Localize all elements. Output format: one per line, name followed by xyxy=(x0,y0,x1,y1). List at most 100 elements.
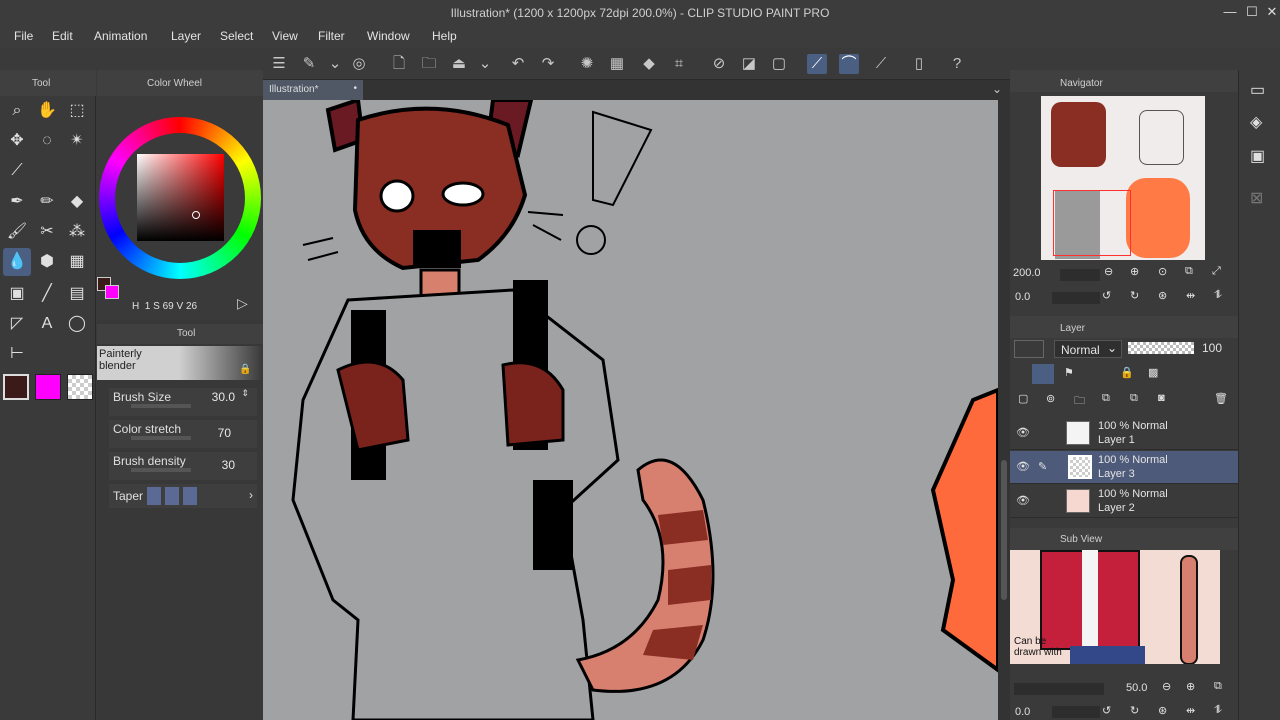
menu-layer[interactable]: Layer xyxy=(171,29,201,43)
menu-view[interactable]: View xyxy=(272,29,298,43)
zoom-out-icon[interactable]: ⊖ xyxy=(1104,265,1113,278)
new-raster-layer-icon[interactable]: ▢ xyxy=(1018,392,1028,405)
line-tool-icon[interactable]: ╱ xyxy=(33,280,61,308)
sub-zoom-out-icon[interactable]: ⊖ xyxy=(1162,680,1171,693)
color-stretch-value[interactable]: 70 xyxy=(218,426,231,440)
layer-row-3[interactable]: 👁 ✎ 100 % Normal Layer 3 xyxy=(1010,451,1238,484)
layer-color-button[interactable] xyxy=(1014,340,1044,358)
opacity-value[interactable]: 100 xyxy=(1202,341,1222,355)
flip-vertical-icon[interactable]: ⥮ xyxy=(1214,289,1222,302)
sub-fit-icon[interactable]: ⧉ xyxy=(1214,680,1222,693)
blend-tool-icon[interactable]: 💧 xyxy=(3,248,31,276)
eyedropper-icon[interactable]: ⟋ xyxy=(3,157,31,185)
chevron-down-icon-tabs[interactable]: ⌄ xyxy=(992,82,1002,96)
text-tool-icon[interactable]: A xyxy=(33,310,61,338)
frame-tool-icon[interactable]: ▤ xyxy=(63,280,91,308)
invert-selection-icon[interactable]: ◪ xyxy=(739,54,759,74)
rotate-left-icon[interactable]: ↺ xyxy=(1102,289,1111,302)
figure-tool-icon[interactable]: ▣ xyxy=(3,280,31,308)
drawing-canvas[interactable] xyxy=(263,100,998,720)
lock-layer-icon[interactable]: 🔒 xyxy=(1120,366,1134,379)
move-tool-icon[interactable]: ✥ xyxy=(3,127,31,155)
new-file-icon[interactable]: 🗋 xyxy=(389,54,409,74)
gradient-tool-icon[interactable]: ▦ xyxy=(63,248,91,276)
maximize-button[interactable]: ☐ xyxy=(1242,4,1262,20)
color-picker-cursor[interactable] xyxy=(192,211,200,219)
new-folder-icon[interactable]: 🗀 xyxy=(1074,392,1085,411)
clip-studio-icon[interactable]: ✎ xyxy=(299,54,319,74)
sub-view-rotation-value[interactable]: 0.0 xyxy=(1015,706,1030,718)
open-folder-icon[interactable]: 🗀 xyxy=(419,54,439,74)
smartphone-icon[interactable]: ▯ xyxy=(909,54,929,74)
brush-density-value[interactable]: 30 xyxy=(222,458,235,472)
nav-rotation-slider[interactable] xyxy=(1052,292,1100,304)
main-color-swatch[interactable] xyxy=(3,374,29,400)
swirl-icon[interactable]: ◎ xyxy=(349,54,369,74)
brush-size-row[interactable]: Brush Size 30.0 ⇕ xyxy=(109,388,257,416)
chevron-down-icon[interactable]: ⌄ xyxy=(325,54,345,74)
menu-icon[interactable]: ☰ xyxy=(269,54,289,74)
eye-icon-2[interactable]: 👁 xyxy=(1016,460,1030,473)
color-stretch-row[interactable]: Color stretch 70 xyxy=(109,420,257,448)
color-stretch-slider[interactable] xyxy=(131,436,191,440)
canvas-scrollbar[interactable] xyxy=(998,100,1010,720)
sub-reset-icon[interactable]: ⊛ xyxy=(1158,704,1167,717)
new-vector-layer-icon[interactable]: ⊚ xyxy=(1046,392,1055,405)
minimize-button[interactable]: — xyxy=(1220,4,1240,19)
balloon-tool-icon[interactable]: ◯ xyxy=(63,310,91,338)
sub-view-zoom-value[interactable]: 50.0 xyxy=(1126,682,1147,694)
fill-icon[interactable]: ◆ xyxy=(639,54,659,74)
tab-illustration[interactable]: Illustration* • xyxy=(263,80,363,100)
mini-sub-color[interactable] xyxy=(105,285,119,299)
reset-rotation-icon[interactable]: ⊛ xyxy=(1158,289,1167,302)
sub-rotate-left-icon[interactable]: ↺ xyxy=(1102,704,1111,717)
panel-subview-icon[interactable]: ▣ xyxy=(1250,146,1265,166)
fit-icon[interactable]: ⧉ xyxy=(1185,265,1193,278)
layer-mask-icon[interactable]: ◙ xyxy=(1158,392,1165,404)
object-tool-icon[interactable]: ⬚ xyxy=(63,97,91,125)
panel-disabled-icon[interactable]: ⊠ xyxy=(1250,188,1263,208)
brush-density-row[interactable]: Brush density 30 xyxy=(109,452,257,480)
delete-layer-icon[interactable]: 🗑 xyxy=(1214,392,1228,405)
help-icon[interactable]: ? xyxy=(947,54,967,74)
transfer-layer-icon[interactable]: ⧉ xyxy=(1102,392,1110,405)
loading-icon[interactable]: ✺ xyxy=(577,54,597,74)
tool-property-tab[interactable]: Tool xyxy=(177,328,195,339)
selection-border-icon[interactable]: ▢ xyxy=(769,54,789,74)
save-icon[interactable]: ⏏ xyxy=(449,54,469,74)
ruler-tool-icon[interactable]: ◸ xyxy=(3,310,31,338)
color-mode-icon[interactable]: ▷ xyxy=(237,295,248,312)
snap-grid-icon[interactable]: ⟋ xyxy=(871,54,891,74)
lock-transparency-icon[interactable]: ▩ xyxy=(1148,366,1158,379)
taper-row[interactable]: Taper › xyxy=(109,484,257,508)
menu-file[interactable]: File xyxy=(14,29,33,43)
zoom-in-icon[interactable]: ⊕ xyxy=(1130,265,1139,278)
close-tab-icon[interactable]: • xyxy=(353,83,357,94)
navigator-preview[interactable] xyxy=(1041,96,1205,260)
menu-window[interactable]: Window xyxy=(367,29,410,43)
nav-rotation-value[interactable]: 0.0 xyxy=(1015,291,1030,303)
scrollbar-thumb[interactable] xyxy=(1001,460,1007,600)
flip-horizontal-icon[interactable]: ⇹ xyxy=(1186,289,1195,302)
lock-icon[interactable]: 🔒 xyxy=(239,364,251,375)
airbrush-tool-icon[interactable]: ⁂ xyxy=(63,218,91,246)
brush-size-slider[interactable] xyxy=(131,404,191,408)
taper-graph[interactable] xyxy=(147,487,199,505)
sub-color-swatch[interactable] xyxy=(35,374,61,400)
saturation-value-square[interactable] xyxy=(137,154,224,241)
reference-layer-icon[interactable]: ⚑ xyxy=(1064,366,1074,379)
brush-size-value[interactable]: 30.0 xyxy=(212,390,235,404)
redo-icon[interactable]: ↷ xyxy=(538,54,558,74)
decoration-tool-icon[interactable]: ✂ xyxy=(33,218,61,246)
panel-layers-icon[interactable]: ◈ xyxy=(1250,112,1262,132)
fill-tool-icon[interactable]: ⬢ xyxy=(33,248,61,276)
rotate-right-icon[interactable]: ↻ xyxy=(1130,289,1139,302)
menu-animation[interactable]: Animation xyxy=(94,29,147,43)
actual-size-icon[interactable]: ⊙ xyxy=(1158,265,1167,278)
snap-special-ruler-icon[interactable]: ⌒ xyxy=(839,54,859,74)
transform-icon[interactable]: ⌗ xyxy=(669,54,689,74)
navigator-viewport[interactable] xyxy=(1053,190,1131,256)
pen-tool-icon[interactable]: ✒ xyxy=(3,188,31,216)
close-button[interactable]: ✕ xyxy=(1262,4,1280,20)
correct-line-tool-icon[interactable]: ⊢ xyxy=(3,340,31,368)
